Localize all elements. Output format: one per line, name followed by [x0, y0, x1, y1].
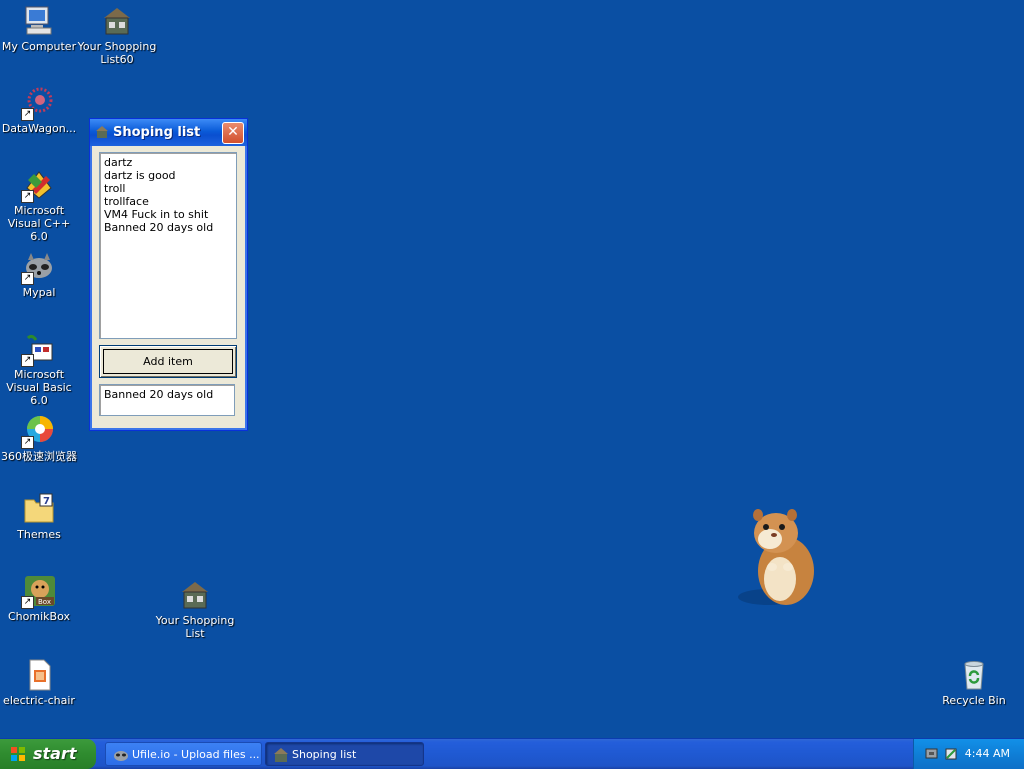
shopping-list-icon — [95, 125, 109, 139]
svg-text:7: 7 — [43, 496, 50, 507]
shortcut-arrow-icon: ↗ — [21, 436, 34, 449]
desktop-icon-electric-chair[interactable]: electric-chair — [0, 658, 80, 707]
hamster-pet-image[interactable] — [734, 505, 820, 611]
desktop-icon-mypal[interactable]: ↗ Mypal — [0, 250, 80, 299]
system-tray: 4:44 AM — [913, 739, 1024, 769]
close-icon: ✕ — [227, 124, 239, 140]
desktop-icon-label: Your Shopping List60 — [77, 40, 157, 66]
shortcut-arrow-icon: ↗ — [21, 272, 34, 285]
desktop-icon-label: 360极速浏览器 — [1, 450, 77, 463]
close-button[interactable]: ✕ — [222, 122, 244, 144]
desktop-icon-label: Themes — [17, 528, 61, 541]
raccoon-icon: ↗ — [21, 250, 56, 285]
shopping-list-window[interactable]: Shoping list ✕ dartz dartz is good troll… — [89, 118, 248, 431]
shortcut-arrow-icon: ↗ — [21, 596, 34, 609]
desktop-icon-chomikbox[interactable]: Box ↗ ChomikBox — [0, 574, 80, 623]
add-item-button[interactable]: Add item — [99, 345, 237, 378]
shopping-list-icon — [178, 578, 212, 612]
start-button[interactable]: start — [0, 739, 96, 769]
window-title: Shoping list — [113, 125, 201, 140]
taskbar: start Ufile.io - Upload files ... Shopin… — [0, 738, 1024, 769]
desktop-icon-label: Mypal — [22, 286, 56, 299]
shortcut-arrow-icon: ↗ — [21, 108, 34, 121]
desktop-icon-label: My Computer — [1, 40, 77, 53]
taskbar-button-shoping-list[interactable]: Shoping list — [265, 742, 424, 766]
taskbar-button-ufile[interactable]: Ufile.io - Upload files ... — [105, 742, 262, 766]
shortcut-arrow-icon: ↗ — [21, 354, 34, 367]
visual-cpp-icon: ↗ — [21, 168, 56, 203]
desktop-icon-themes[interactable]: 7 Themes — [0, 492, 80, 541]
safely-remove-tray-icon[interactable] — [943, 746, 959, 762]
desktop-icon-datawagon[interactable]: ↗ DataWagon... — [0, 86, 80, 135]
hamster-box-icon: Box ↗ — [21, 574, 56, 609]
desktop-icon-label: Microsoft Visual Basic 6.0 — [6, 368, 72, 407]
desktop-icon-shopping-list60[interactable]: Your Shopping List60 — [76, 4, 158, 66]
taskbar-button-label: Shoping list — [292, 748, 357, 761]
desktop-icon-recycle-bin[interactable]: Recycle Bin — [933, 658, 1015, 707]
add-item-button-label: Add item — [103, 349, 233, 374]
list-item[interactable]: Banned 20 days old — [100, 221, 236, 234]
desktop-icon-label: Your Shopping List — [155, 614, 235, 640]
list-item[interactable]: troll — [100, 182, 236, 195]
desktop-icon-visual-basic[interactable]: ↗ Microsoft Visual Basic 6.0 — [0, 332, 80, 407]
windows-flag-icon — [10, 746, 26, 762]
shortcut-arrow-icon: ↗ — [21, 190, 34, 203]
window-titlebar[interactable]: Shoping list ✕ — [90, 119, 247, 146]
visual-basic-icon: ↗ — [21, 332, 56, 367]
clock[interactable]: 4:44 AM — [965, 747, 1010, 760]
svg-text:Box: Box — [38, 598, 51, 606]
recycle-bin-icon — [957, 658, 991, 692]
list-item[interactable]: dartz is good — [100, 169, 236, 182]
desktop-icon-visual-cpp[interactable]: ↗ Microsoft Visual C++ 6.0 — [0, 168, 80, 243]
shopping-list-icon — [100, 4, 134, 38]
folder-icon: 7 — [22, 492, 56, 526]
network-tray-icon[interactable] — [925, 746, 941, 762]
item-input-field[interactable]: Banned 20 days old — [99, 384, 235, 416]
desktop-icon-label: DataWagon... — [1, 122, 77, 135]
start-label: start — [33, 744, 77, 763]
desktop-icon-label: Recycle Bin — [942, 694, 1006, 707]
desktop-icon-label: electric-chair — [3, 694, 75, 707]
desktop-icon-shopping-list[interactable]: Your Shopping List — [154, 578, 236, 640]
desktop-icon-my-computer[interactable]: My Computer — [0, 4, 80, 53]
document-icon — [22, 658, 56, 692]
list-item[interactable]: VM4 Fuck in to shit — [100, 208, 236, 221]
desktop-icon-360-browser[interactable]: ↗ 360极速浏览器 — [0, 414, 80, 463]
raccoon-icon — [113, 747, 129, 763]
desktop-icon-label: Microsoft Visual C++ 6.0 — [7, 204, 71, 243]
window-client-area: dartz dartz is good troll trollface VM4 … — [93, 146, 244, 427]
browser-360-icon: ↗ — [21, 414, 56, 449]
datawagon-icon: ↗ — [21, 86, 56, 121]
shopping-list-icon — [273, 747, 289, 763]
list-item[interactable]: dartz — [100, 156, 236, 169]
taskbar-button-label: Ufile.io - Upload files ... — [132, 748, 260, 761]
list-item[interactable]: trollface — [100, 195, 236, 208]
desktop[interactable]: My Computer Your Shopping List60 ↗ DataW… — [0, 0, 1024, 738]
computer-icon — [22, 4, 56, 38]
shopping-items-listbox[interactable]: dartz dartz is good troll trollface VM4 … — [99, 152, 237, 339]
desktop-icon-label: ChomikBox — [8, 610, 70, 623]
